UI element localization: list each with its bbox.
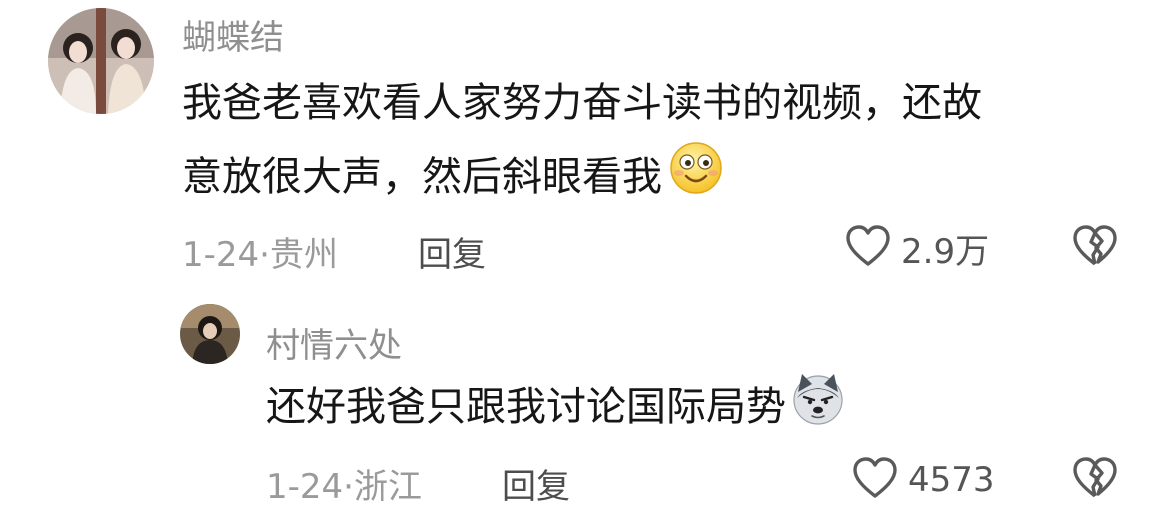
- like-count: 2.9万: [901, 231, 990, 272]
- comment-date: 1-24: [266, 467, 344, 507]
- smile-emoji-icon: [668, 140, 724, 218]
- heart-icon: [852, 456, 898, 504]
- broken-heart-icon: [1072, 456, 1118, 504]
- heart-icon: [845, 224, 891, 272]
- broken-heart-icon: [1072, 224, 1118, 272]
- comment-meta: 1-24·浙江: [266, 459, 422, 508]
- avatar[interactable]: [180, 304, 240, 364]
- reply-button[interactable]: 回复: [418, 227, 486, 276]
- comment-2: 村情六处 还好我爸只跟我讨论国际局势 1-24·浙江 回复 4573: [0, 290, 1170, 510]
- meta-separator: ·: [343, 467, 354, 507]
- comment-text: 意放很大声，然后斜眼看我: [182, 154, 662, 200]
- comment-date: 1-24: [182, 235, 260, 275]
- comment-1: 蝴蝶结 我爸老喜欢看人家努力奋斗读书的视频，还故 意放很大声，然后斜眼看我 1-…: [0, 0, 1170, 290]
- username[interactable]: 蝴蝶结: [182, 10, 284, 59]
- comment-text-line-2: 意放很大声，然后斜眼看我: [182, 140, 724, 218]
- username[interactable]: 村情六处: [266, 318, 402, 367]
- comment-meta: 1-24·贵州: [182, 227, 338, 276]
- dislike-button[interactable]: [1072, 456, 1118, 504]
- comment-location: 浙江: [353, 467, 422, 507]
- like-button[interactable]: 2.9万: [845, 224, 989, 272]
- comment-location: 贵州: [269, 235, 338, 275]
- reply-button[interactable]: 回复: [502, 459, 570, 508]
- comment-text-line: 还好我爸只跟我讨论国际局势: [266, 370, 846, 448]
- comment-text-line-1: 我爸老喜欢看人家努力奋斗读书的视频，还故: [182, 80, 982, 126]
- meta-separator: ·: [259, 235, 270, 275]
- doge-emoji-icon: [790, 370, 846, 448]
- avatar[interactable]: [48, 8, 154, 114]
- dislike-button[interactable]: [1072, 224, 1118, 272]
- like-count: 4573: [908, 460, 995, 500]
- like-button[interactable]: 4573: [852, 456, 995, 504]
- comment-text: 还好我爸只跟我讨论国际局势: [266, 384, 786, 430]
